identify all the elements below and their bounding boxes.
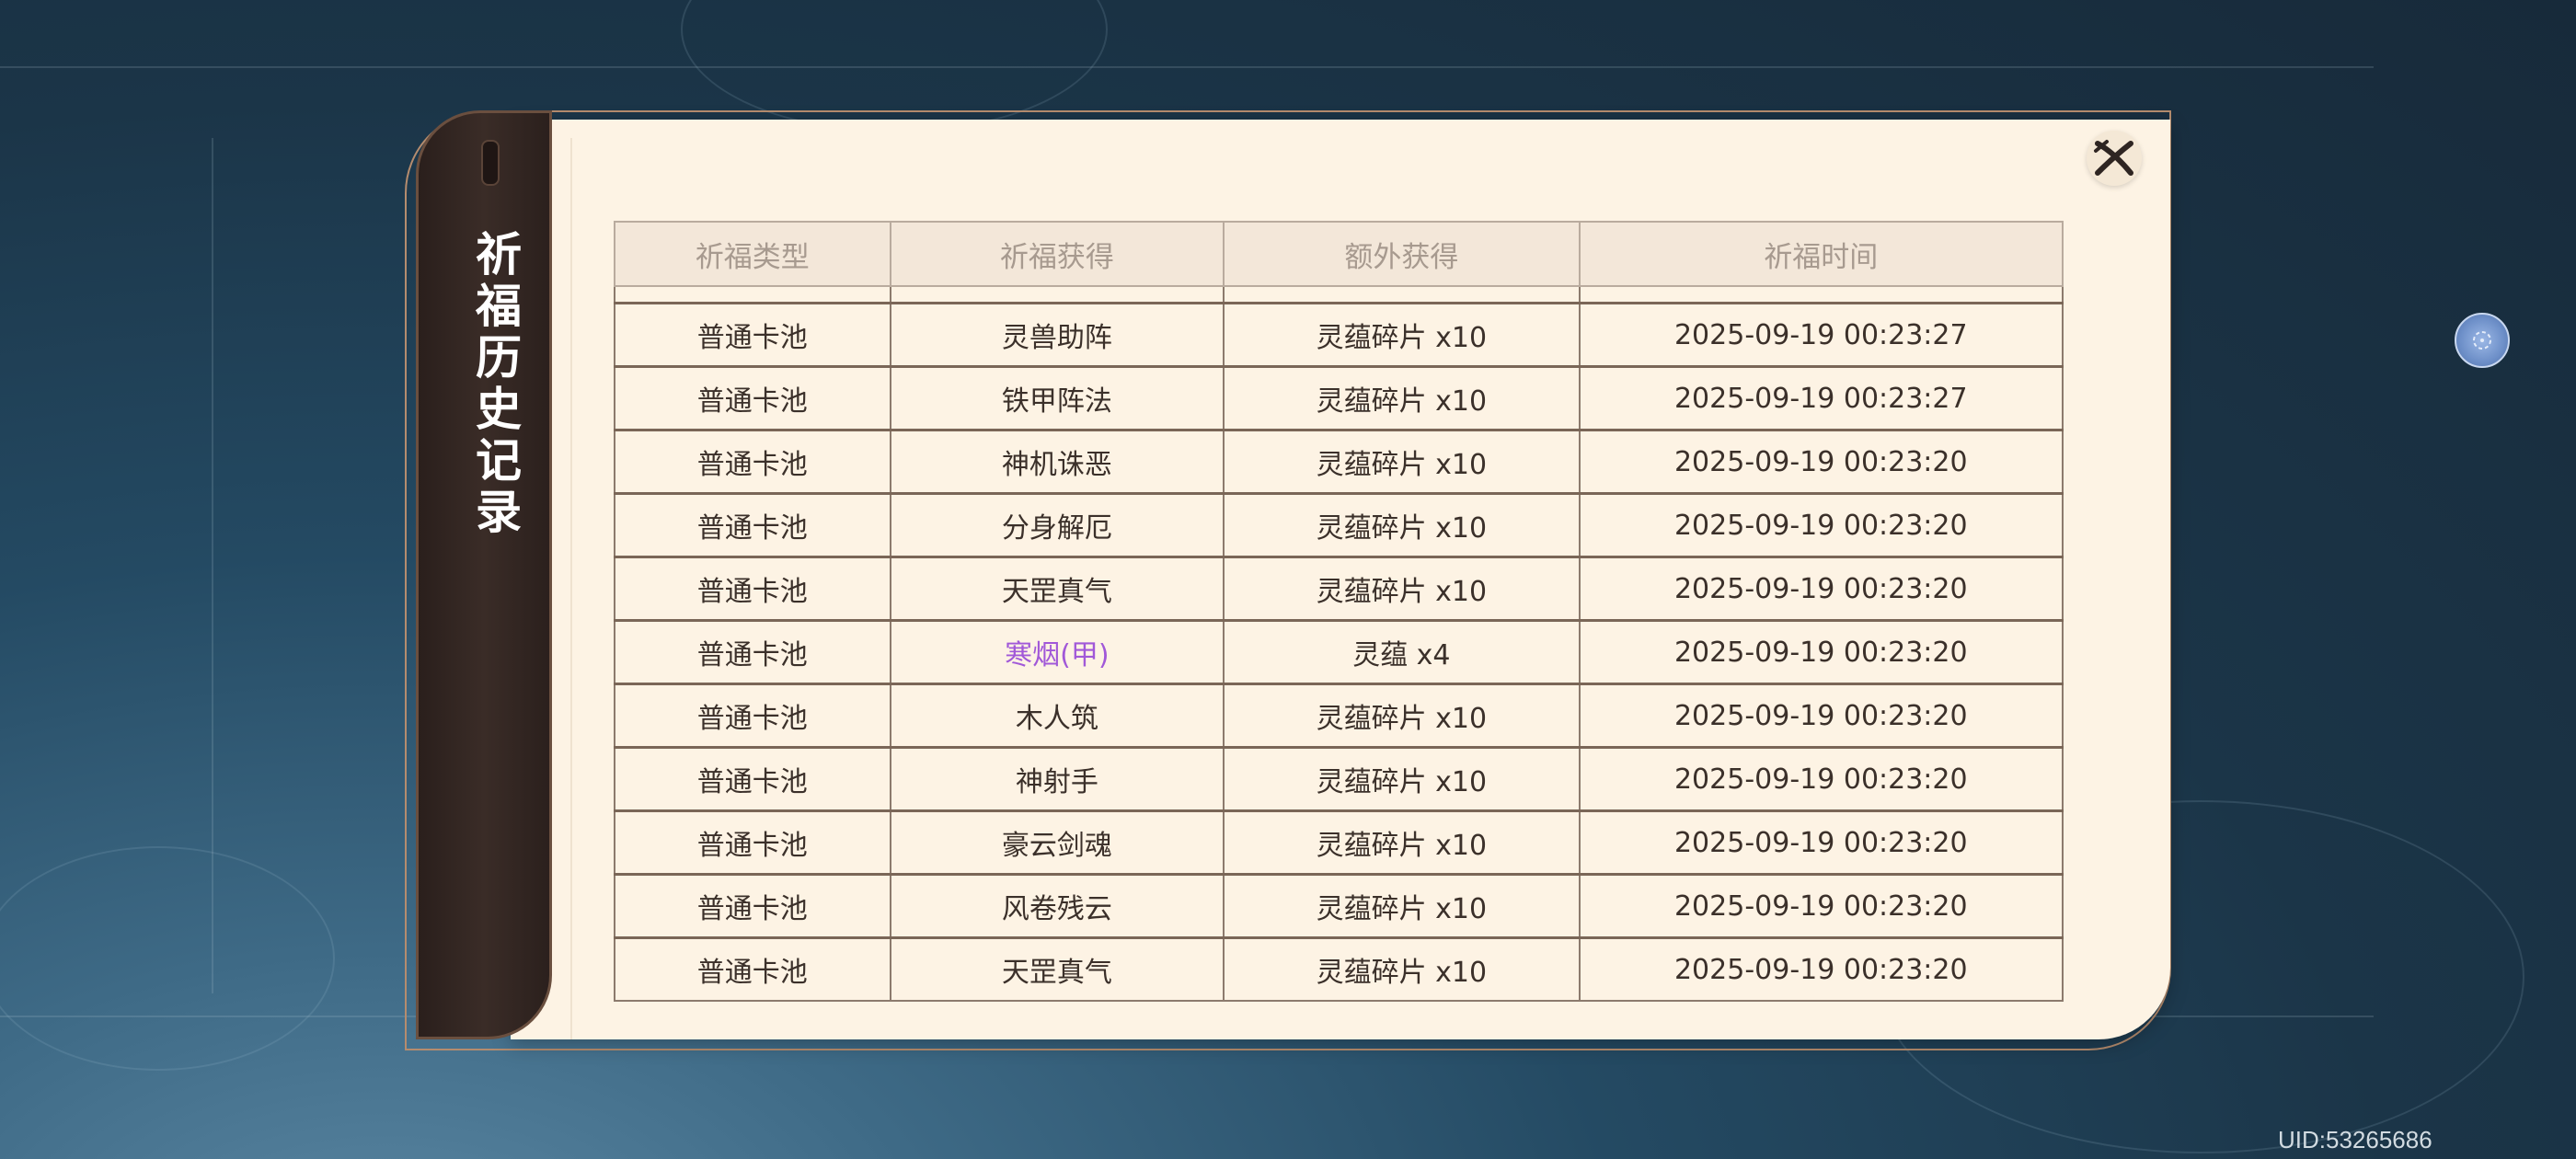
cell-reward: 豪云剑魂 [889,809,1225,876]
cell-reward: 风卷残云 [889,873,1225,939]
cell-pool-type: 普通卡池 [614,873,891,939]
cell-extra-reward: 灵蕴碎片 x10 [1223,746,1581,812]
table-row: 普通卡池 天罡真气 灵蕴碎片 x10 2025-09-19 00:23:20 [614,556,2064,622]
table-spacer-row [614,285,2064,304]
cell-time: 2025-09-19 00:23:20 [1578,683,2064,749]
close-icon [2094,140,2133,176]
cell-pool-type: 普通卡池 [614,809,891,876]
cell-reward: 天罡真气 [889,936,1225,1002]
cell-extra-reward: 灵蕴碎片 x10 [1223,683,1581,749]
panel-title: 祈福历史记录 [468,230,523,539]
table-row: 普通卡池 神机诛恶 灵蕴碎片 x10 2025-09-19 00:23:20 [614,429,2064,495]
cell-reward: 寒烟(甲) [889,619,1225,685]
cell-reward: 灵兽助阵 [889,302,1225,368]
cell-time: 2025-09-19 00:23:20 [1578,619,2064,685]
cell-time: 2025-09-19 00:23:20 [1578,746,2064,812]
cell-pool-type: 普通卡池 [614,302,891,368]
cell-reward: 天罡真气 [889,556,1225,622]
cell-extra-reward: 灵蕴碎片 x10 [1223,936,1581,1002]
cell-extra-reward: 灵蕴碎片 x10 [1223,873,1581,939]
cell-pool-type: 普通卡池 [614,365,891,431]
background-ring [0,846,335,1071]
cell-extra-reward: 灵蕴碎片 x10 [1223,365,1581,431]
column-header-reward: 祈福获得 [889,221,1225,287]
table-row: 普通卡池 天罡真气 灵蕴碎片 x10 2025-09-19 00:23:20 [614,936,2064,1002]
cell-time: 2025-09-19 00:23:20 [1578,492,2064,558]
column-header-extra: 额外获得 [1223,221,1581,287]
background-line [0,66,2374,68]
cell-time: 2025-09-19 00:23:27 [1578,302,2064,368]
panel-divider [570,138,572,1039]
cell-reward: 神机诛恶 [889,429,1225,495]
cell-time: 2025-09-19 00:23:20 [1578,936,2064,1002]
user-id-label: UID:53265686 [2278,1126,2432,1153]
cell-extra-reward: 灵蕴碎片 x10 [1223,809,1581,876]
cell-extra-reward: 灵蕴碎片 x10 [1223,429,1581,495]
cell-extra-reward: 灵蕴 x4 [1223,619,1581,685]
spine-knob [481,140,500,186]
cell-pool-type: 普通卡池 [614,683,891,749]
cell-extra-reward: 灵蕴碎片 x10 [1223,492,1581,558]
cell-time: 2025-09-19 00:23:20 [1578,809,2064,876]
cell-time: 2025-09-19 00:23:20 [1578,873,2064,939]
cell-time: 2025-09-19 00:23:20 [1578,556,2064,622]
cell-reward: 分身解厄 [889,492,1225,558]
cell-time: 2025-09-19 00:23:20 [1578,429,2064,495]
table-row: 普通卡池 豪云剑魂 灵蕴碎片 x10 2025-09-19 00:23:20 [614,809,2064,876]
cell-reward: 铁甲阵法 [889,365,1225,431]
close-button[interactable] [2087,131,2142,186]
history-table: 祈福类型 祈福获得 额外获得 祈福时间 普通卡池 灵兽助阵 灵蕴碎片 x10 2025… [614,221,2064,1002]
cell-extra-reward: 灵蕴碎片 x10 [1223,556,1581,622]
cell-pool-type: 普通卡池 [614,619,891,685]
table-row: 普通卡池 木人筑 灵蕴碎片 x10 2025-09-19 00:23:20 [614,683,2064,749]
cell-pool-type: 普通卡池 [614,492,891,558]
table-row: 普通卡池 分身解厄 灵蕴碎片 x10 2025-09-19 00:23:20 [614,492,2064,558]
table-header-row: 祈福类型 祈福获得 额外获得 祈福时间 [614,221,2064,287]
table-row: 普通卡池 风卷残云 灵蕴碎片 x10 2025-09-19 00:23:20 [614,873,2064,939]
cell-pool-type: 普通卡池 [614,429,891,495]
cell-reward: 神射手 [889,746,1225,812]
cell-reward: 木人筑 [889,683,1225,749]
side-button[interactable] [2455,313,2510,368]
table-row: 普通卡池 铁甲阵法 灵蕴碎片 x10 2025-09-19 00:23:27 [614,365,2064,431]
cell-time: 2025-09-19 00:23:27 [1578,365,2064,431]
column-header-time: 祈福时间 [1578,221,2064,287]
table-row: 普通卡池 灵兽助阵 灵蕴碎片 x10 2025-09-19 00:23:27 [614,302,2064,368]
cell-pool-type: 普通卡池 [614,556,891,622]
orb-icon [2473,331,2491,350]
cell-pool-type: 普通卡池 [614,936,891,1002]
cell-extra-reward: 灵蕴碎片 x10 [1223,302,1581,368]
table-row: 普通卡池 寒烟(甲) 灵蕴 x4 2025-09-19 00:23:20 [614,619,2064,685]
column-header-type: 祈福类型 [614,221,891,287]
table-row: 普通卡池 神射手 灵蕴碎片 x10 2025-09-19 00:23:20 [614,746,2064,812]
cell-pool-type: 普通卡池 [614,746,891,812]
table-body: 普通卡池 灵兽助阵 灵蕴碎片 x10 2025-09-19 00:23:27 普通卡池铁… [614,285,2064,1002]
